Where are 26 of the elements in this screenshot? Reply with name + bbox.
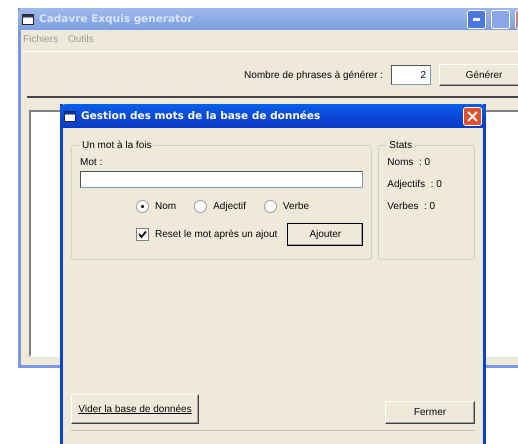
close-icon xyxy=(467,110,478,122)
type-radio[interactable]: Verbe xyxy=(264,200,310,213)
minimize-icon xyxy=(473,18,480,20)
count-field[interactable]: 2 xyxy=(391,65,431,85)
reset-checkbox[interactable]: Reset le mot après un ajout xyxy=(136,228,278,241)
add-button[interactable]: Ajouter xyxy=(287,223,364,246)
stat-label: Verbes : 0 xyxy=(387,201,436,212)
stat-label: Adjectifs : 0 xyxy=(387,179,443,190)
window-title: Cadavre Exquis generator xyxy=(39,13,194,25)
clear-database-button[interactable]: Vider la base de données xyxy=(71,394,199,424)
type-radio[interactable]: Nom xyxy=(136,200,176,213)
word-label: Mot : xyxy=(80,157,104,168)
type-radio[interactable]: Adjectif xyxy=(194,200,246,213)
generate-button[interactable]: Générer xyxy=(439,64,518,86)
window-icon xyxy=(22,14,34,24)
group-title: Stats xyxy=(388,140,414,151)
minimize-button[interactable] xyxy=(467,10,486,28)
window-icon xyxy=(64,110,76,122)
close-button[interactable] xyxy=(463,106,482,126)
dialog-title: Gestion des mots de la base de données xyxy=(81,110,322,122)
checkmark-icon xyxy=(138,230,147,239)
stat-label: Noms : 0 xyxy=(387,157,432,168)
count-label: Nombre de phrases à générer : xyxy=(244,70,383,80)
word-field[interactable] xyxy=(80,171,364,188)
group-title: Un mot à la fois xyxy=(81,140,152,151)
close-dialog-button[interactable]: Fermer xyxy=(385,401,475,424)
